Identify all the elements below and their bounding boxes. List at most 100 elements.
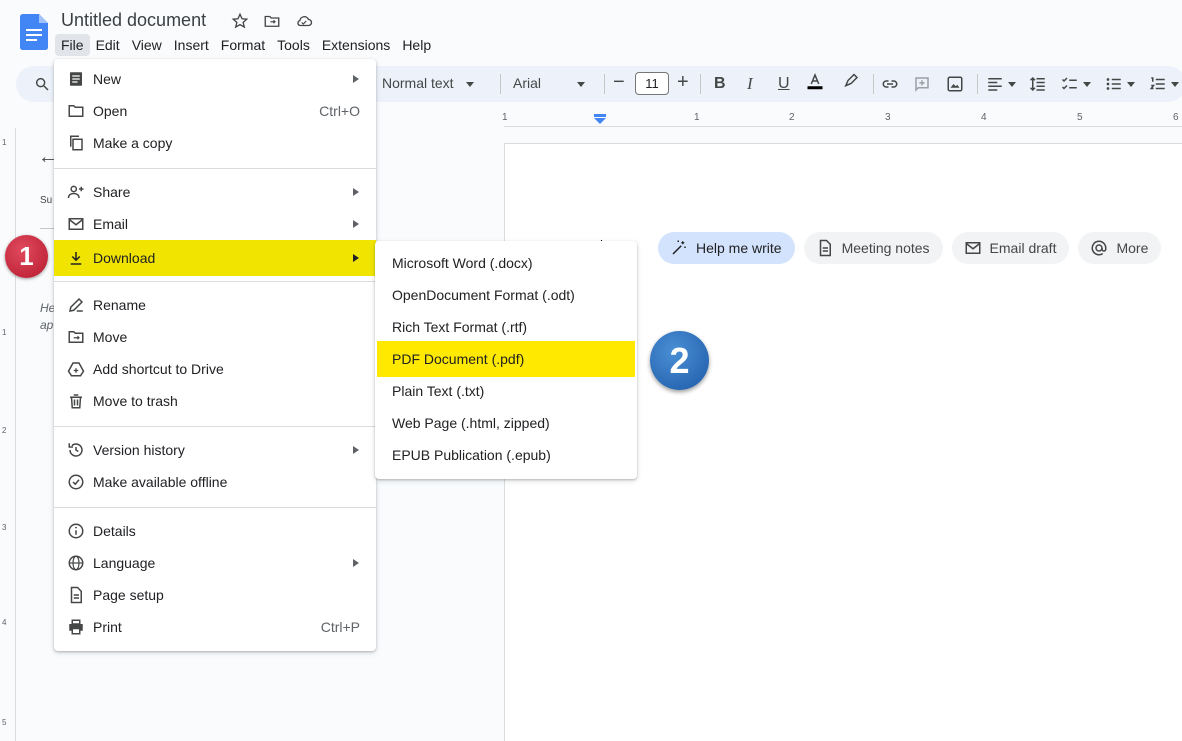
ruler-number: 6 <box>1173 112 1179 123</box>
menu-item-make-a-copy[interactable]: Make a copy <box>54 127 376 159</box>
menu-item-new[interactable]: New <box>54 63 376 95</box>
cloud-status-icon[interactable] <box>295 12 313 30</box>
menu-item-label: Version history <box>93 442 185 458</box>
menu-divider <box>54 281 376 282</box>
menu-item-download[interactable]: Download <box>54 240 376 276</box>
chevron-down-icon[interactable] <box>1083 76 1091 94</box>
italic-button[interactable]: I <box>747 75 753 93</box>
mail-icon <box>67 215 85 233</box>
download-html-item[interactable]: Web Page (.html, zipped) <box>375 407 637 439</box>
menu-divider <box>54 426 376 427</box>
download-pdf-item[interactable]: PDF Document (.pdf) <box>377 341 635 377</box>
meeting-notes-chip[interactable]: Meeting notes <box>803 232 943 264</box>
highlight-color-button[interactable] <box>842 73 860 91</box>
more-chip[interactable]: More <box>1078 232 1162 264</box>
menu-item-open[interactable]: Open Ctrl+O <box>54 95 376 127</box>
toolbar-divider <box>700 74 701 94</box>
menu-item-print[interactable]: Print Ctrl+P <box>54 611 376 643</box>
menu-item-label: Details <box>93 523 136 539</box>
vertical-ruler: 1 1 2 3 4 5 <box>0 128 16 741</box>
download-odt-item[interactable]: OpenDocument Format (.odt) <box>375 279 637 311</box>
menu-item-move[interactable]: Move <box>54 321 376 353</box>
insert-image-button[interactable] <box>946 75 964 93</box>
submenu-item-label: EPUB Publication (.epub) <box>392 447 551 463</box>
more-label: More <box>1116 240 1149 256</box>
email-draft-chip[interactable]: Email draft <box>951 232 1070 264</box>
docs-logo-icon[interactable] <box>20 14 48 50</box>
text-color-button[interactable] <box>806 72 824 90</box>
menu-item-label: Share <box>93 184 131 200</box>
submenu-arrow-icon <box>353 559 359 567</box>
menu-item-label: Email <box>93 216 129 232</box>
menu-item-details[interactable]: Details <box>54 515 376 547</box>
star-icon[interactable] <box>231 12 249 30</box>
menu-item-label: Open <box>93 103 128 119</box>
download-icon <box>67 249 85 267</box>
menu-item-email[interactable]: Email <box>54 208 376 240</box>
menu-item-add-shortcut[interactable]: Add shortcut to Drive <box>54 353 376 385</box>
help-me-write-chip[interactable]: Help me write <box>658 232 795 264</box>
move-folder-icon <box>67 328 85 346</box>
toolbar-divider <box>873 74 874 94</box>
chevron-down-icon[interactable] <box>1171 76 1179 94</box>
indent-marker-icon[interactable] <box>594 114 606 124</box>
menu-item-page-setup[interactable]: Page setup <box>54 579 376 611</box>
ruler-number: 5 <box>2 718 7 727</box>
paragraph-style-select[interactable]: Normal text <box>382 75 474 91</box>
move-folder-icon[interactable] <box>263 12 281 30</box>
menu-item-share[interactable]: Share <box>54 176 376 208</box>
menu-item-rename[interactable]: Rename <box>54 289 376 321</box>
menu-tools[interactable]: Tools <box>271 34 316 56</box>
chevron-down-icon[interactable] <box>1127 76 1135 94</box>
menu-item-language[interactable]: Language <box>54 547 376 579</box>
checklist-button[interactable] <box>1061 75 1079 93</box>
download-submenu: Microsoft Word (.docx) OpenDocument Form… <box>375 241 637 479</box>
menu-insert[interactable]: Insert <box>168 34 215 56</box>
insert-link-button[interactable] <box>881 75 899 93</box>
submenu-item-label: Plain Text (.txt) <box>392 383 485 399</box>
menu-item-label: Make a copy <box>93 135 173 151</box>
document-title[interactable]: Untitled document <box>61 10 206 31</box>
menu-item-move-to-trash[interactable]: Move to trash <box>54 385 376 417</box>
email-draft-label: Email draft <box>989 240 1057 256</box>
decrease-font-size-button[interactable]: − <box>613 71 625 94</box>
history-icon <box>67 441 85 459</box>
chevron-down-icon <box>465 81 474 87</box>
increase-font-size-button[interactable]: + <box>677 71 689 94</box>
menu-item-version-history[interactable]: Version history <box>54 434 376 466</box>
menu-item-make-available-offline[interactable]: Make available offline <box>54 466 376 498</box>
menu-format[interactable]: Format <box>215 34 271 56</box>
menu-extensions[interactable]: Extensions <box>316 34 396 56</box>
download-txt-item[interactable]: Plain Text (.txt) <box>375 375 637 407</box>
numbered-list-button[interactable] <box>1149 75 1167 93</box>
menu-edit[interactable]: Edit <box>90 34 126 56</box>
step-2-badge: 2 <box>650 331 709 390</box>
ruler-number: 1 <box>2 138 7 147</box>
align-button[interactable] <box>986 75 1004 93</box>
ruler-baseline <box>504 126 1182 127</box>
font-select[interactable]: Arial <box>513 75 586 91</box>
menu-item-label: New <box>93 71 122 87</box>
download-docx-item[interactable]: Microsoft Word (.docx) <box>375 247 637 279</box>
drive-shortcut-icon <box>67 360 85 378</box>
submenu-arrow-icon <box>353 188 359 196</box>
menu-file[interactable]: File <box>55 34 90 56</box>
submenu-arrow-icon <box>353 75 359 83</box>
search-icon[interactable] <box>34 76 50 92</box>
bulleted-list-button[interactable] <box>1105 75 1123 93</box>
download-rtf-item[interactable]: Rich Text Format (.rtf) <box>375 311 637 343</box>
line-spacing-button[interactable] <box>1029 75 1047 93</box>
menu-help[interactable]: Help <box>396 34 437 56</box>
bold-button[interactable]: B <box>714 75 726 93</box>
magic-pen-icon <box>672 240 686 255</box>
ruler-number: 1 <box>694 112 700 123</box>
add-comment-button[interactable] <box>913 75 931 93</box>
font-size-input[interactable]: 11 <box>635 72 669 95</box>
toolbar-divider <box>500 74 501 94</box>
submenu-arrow-icon <box>353 254 359 262</box>
chevron-down-icon[interactable] <box>1008 76 1016 94</box>
underline-button[interactable]: U <box>778 75 790 93</box>
menu-item-label: Print <box>93 619 122 635</box>
menu-view[interactable]: View <box>126 34 168 56</box>
download-epub-item[interactable]: EPUB Publication (.epub) <box>375 439 637 471</box>
